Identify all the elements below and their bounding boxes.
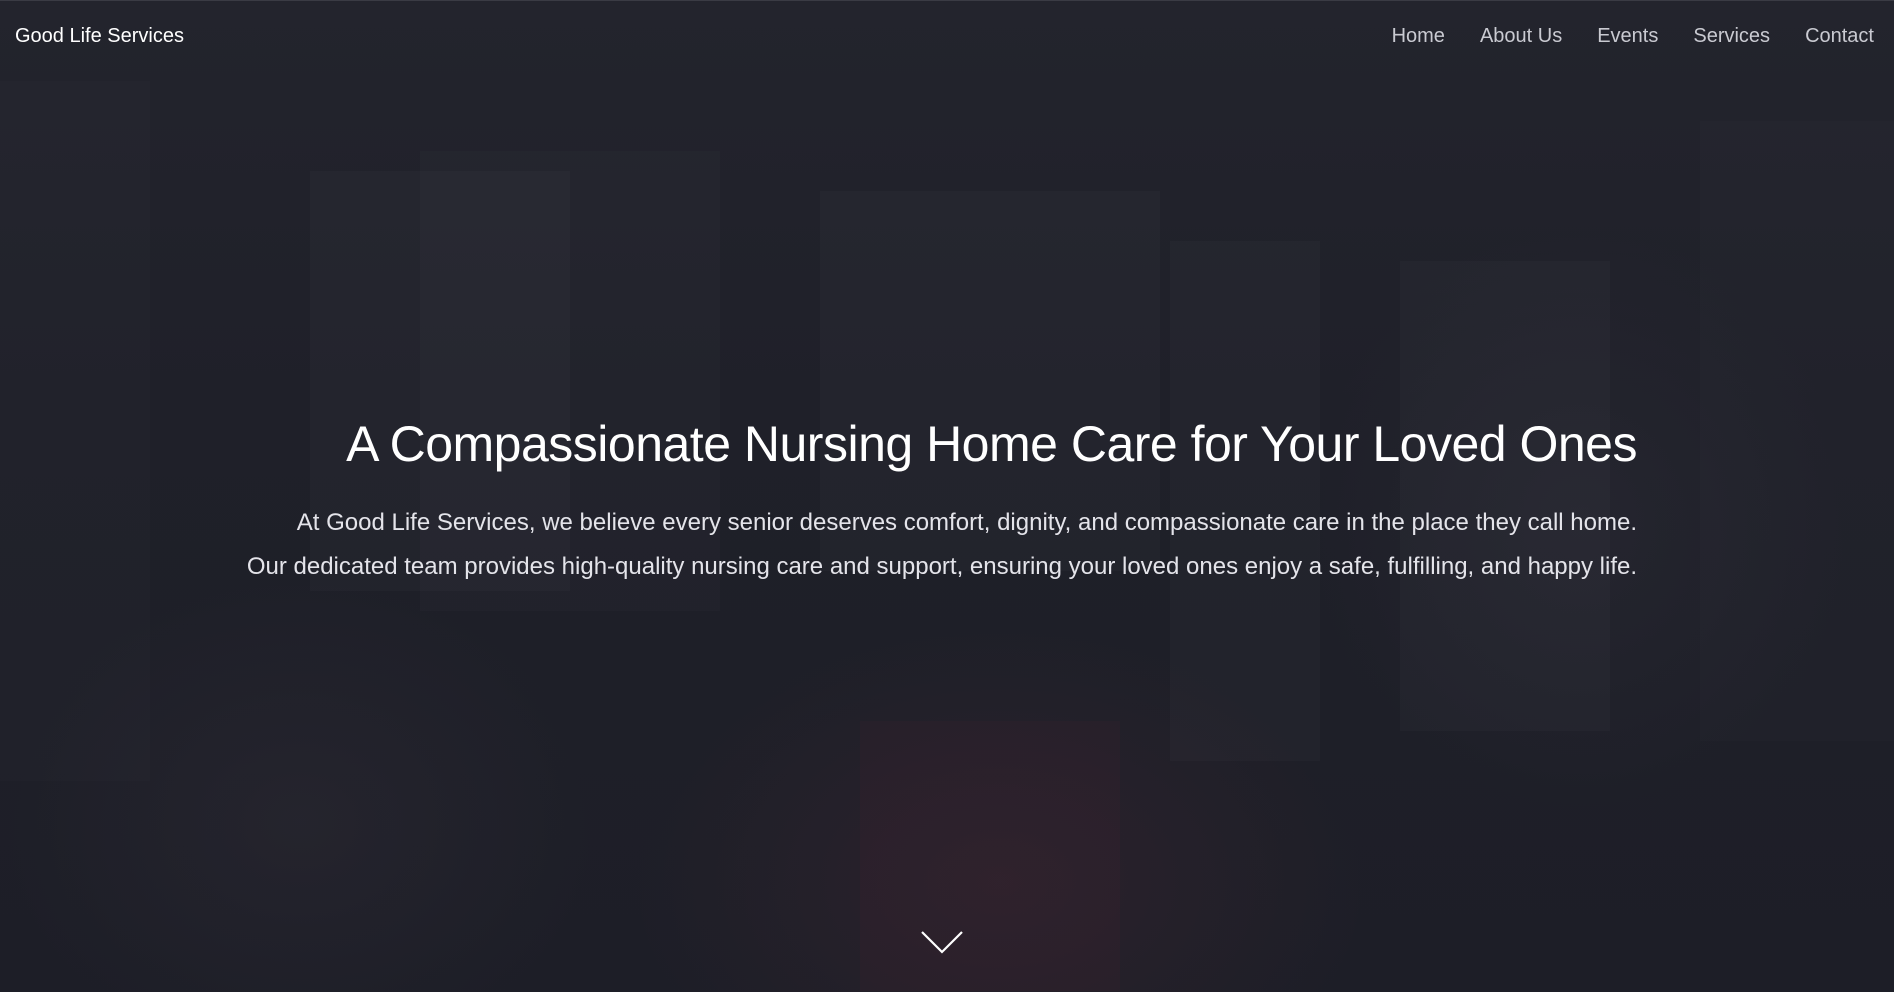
navbar: Good Life Services Home About Us Events …: [0, 1, 1894, 73]
hero-lead-line-1: At Good Life Services, we believe every …: [296, 509, 1637, 536]
nav-item-about-us[interactable]: About Us: [1480, 25, 1562, 48]
hero-lead-line-2: Our dedicated team provides high-quality…: [246, 553, 1637, 580]
hero-headline: A Compassionate Nursing Home Care for Yo…: [346, 416, 1637, 472]
nav-item-home[interactable]: Home: [1392, 25, 1445, 48]
background-photo-shape: [860, 721, 1120, 991]
nav-item-events[interactable]: Events: [1597, 25, 1658, 48]
background-photo-shape: [1700, 121, 1894, 741]
chevron-down-icon: [921, 931, 963, 954]
background-photo-shape: [0, 81, 150, 781]
scroll-down-button[interactable]: [920, 929, 964, 955]
nav-item-services[interactable]: Services: [1693, 25, 1770, 48]
background-photo-shape: [1400, 261, 1610, 731]
nav-item-contact[interactable]: Contact: [1805, 25, 1874, 48]
hero-section: Good Life Services Home About Us Events …: [0, 0, 1894, 992]
nav-links: Home About Us Events Services Contact: [1357, 25, 1874, 48]
brand-link[interactable]: Good Life Services: [15, 25, 184, 48]
hero-lead-text: At Good Life Services, we believe every …: [247, 501, 1637, 589]
